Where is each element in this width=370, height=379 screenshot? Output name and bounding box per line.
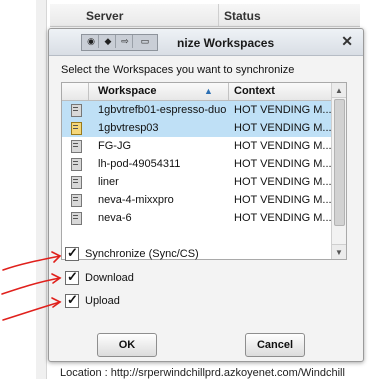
table-row[interactable]: liner HOT VENDING M... — [62, 173, 332, 191]
column-header-context[interactable]: Context — [234, 85, 275, 97]
synchronize-checkbox[interactable]: ✓ — [65, 245, 79, 261]
download-checkbox[interactable]: ✓ — [65, 269, 79, 285]
location-footer: Location : http://srperwindchillprd.azko… — [60, 367, 345, 379]
workspace-context: HOT VENDING M... — [234, 140, 332, 152]
window-icon[interactable]: ▭ — [135, 35, 155, 48]
column-header-workspace[interactable]: Workspace — [98, 85, 157, 97]
sort-ascending-icon[interactable]: ▲ — [204, 86, 213, 96]
synchronize-workspaces-dialog: ◉ ◆ ⇨ ▭ nize Workspaces ✕ Select the Wor… — [48, 28, 364, 362]
workspace-name: neva-6 — [98, 212, 132, 224]
workspace-icon — [69, 140, 83, 153]
instruction-text: Select the Workspaces you want to synchr… — [61, 64, 295, 76]
checkmark-icon: ✓ — [67, 292, 78, 307]
workspace-star-icon — [69, 104, 83, 117]
table-row[interactable]: FG-JG HOT VENDING M... — [62, 137, 332, 155]
background-column-separator — [218, 4, 219, 26]
workspace-name: 1gbvtrefb01-espresso-duo — [98, 104, 227, 116]
upload-checkbox[interactable]: ✓ — [65, 292, 79, 308]
option-upload[interactable]: ✓ Upload — [65, 292, 120, 308]
close-icon[interactable]: ✕ — [341, 33, 353, 50]
workspace-name: 1gbvtresp03 — [98, 122, 159, 134]
annotation-arrow — [1, 277, 61, 295]
dialog-titlebar[interactable]: ◉ ◆ ⇨ ▭ nize Workspaces ✕ — [49, 29, 363, 56]
table-row[interactable]: lh-pod-49054311 HOT VENDING M... — [62, 155, 332, 173]
background-column-status: Status — [224, 9, 261, 23]
workspace-context: HOT VENDING M... — [234, 176, 332, 188]
title-toolbar: ◉ ◆ ⇨ ▭ — [81, 34, 158, 51]
table-row[interactable]: neva-6 HOT VENDING M... — [62, 209, 332, 227]
annotation-arrow — [2, 255, 61, 271]
scroll-down-icon[interactable]: ▼ — [332, 244, 346, 259]
workspace-name: lh-pod-49054311 — [98, 158, 181, 170]
annotation-arrow — [2, 301, 61, 321]
workspace-name: neva-4-mixxpro — [98, 194, 174, 206]
option-download[interactable]: ✓ Download — [65, 269, 134, 285]
workspace-context: HOT VENDING M... — [234, 212, 332, 224]
workspace-icon — [69, 194, 83, 207]
workspace-context: HOT VENDING M... — [234, 104, 332, 116]
workspace-icon — [69, 158, 83, 171]
sync-icon[interactable]: ◉ — [84, 35, 99, 48]
workspace-name: FG-JG — [98, 140, 131, 152]
option-synchronize[interactable]: ✓ Synchronize (Sync/CS) — [65, 245, 199, 261]
header-separator — [228, 83, 229, 100]
cancel-button[interactable]: Cancel — [245, 333, 305, 357]
checkmark-icon: ✓ — [67, 245, 78, 260]
upload-label[interactable]: Upload — [85, 295, 120, 307]
workspace-context: HOT VENDING M... — [234, 158, 332, 170]
workspace-table: Workspace ▲ Context 1gbvtrefb01-espresso… — [61, 82, 347, 260]
workspace-name: liner — [98, 176, 119, 188]
dialog-title: nize Workspaces — [177, 36, 275, 50]
vertical-scrollbar[interactable]: ▲ ▼ — [331, 83, 346, 259]
synchronize-label[interactable]: Synchronize (Sync/CS) — [85, 248, 199, 260]
ok-button[interactable]: OK — [97, 333, 157, 357]
workspace-active-icon — [69, 122, 83, 135]
table-header: Workspace ▲ Context — [62, 83, 332, 101]
table-row[interactable]: 1gbvtresp03 HOT VENDING M... — [62, 119, 332, 137]
annotation-arrows — [1, 251, 62, 321]
scrollbar-thumb[interactable] — [334, 99, 345, 226]
header-separator — [88, 83, 89, 100]
workspace-context: HOT VENDING M... — [234, 122, 332, 134]
table-row[interactable]: 1gbvtrefb01-espresso-duo HOT VENDING M..… — [62, 101, 332, 119]
background-column-server: Server — [86, 9, 124, 23]
table-rows: 1gbvtrefb01-espresso-duo HOT VENDING M..… — [62, 101, 332, 227]
workspace-icon[interactable]: ◆ — [101, 35, 116, 48]
download-label[interactable]: Download — [85, 272, 134, 284]
scroll-up-icon[interactable]: ▲ — [332, 83, 346, 98]
workspace-icon — [69, 212, 83, 225]
table-row[interactable]: neva-4-mixxpro HOT VENDING M... — [62, 191, 332, 209]
workspace-icon — [69, 176, 83, 189]
workspace-context: HOT VENDING M... — [234, 194, 332, 206]
transfer-icon[interactable]: ⇨ — [118, 35, 133, 48]
checkmark-icon: ✓ — [67, 269, 78, 284]
